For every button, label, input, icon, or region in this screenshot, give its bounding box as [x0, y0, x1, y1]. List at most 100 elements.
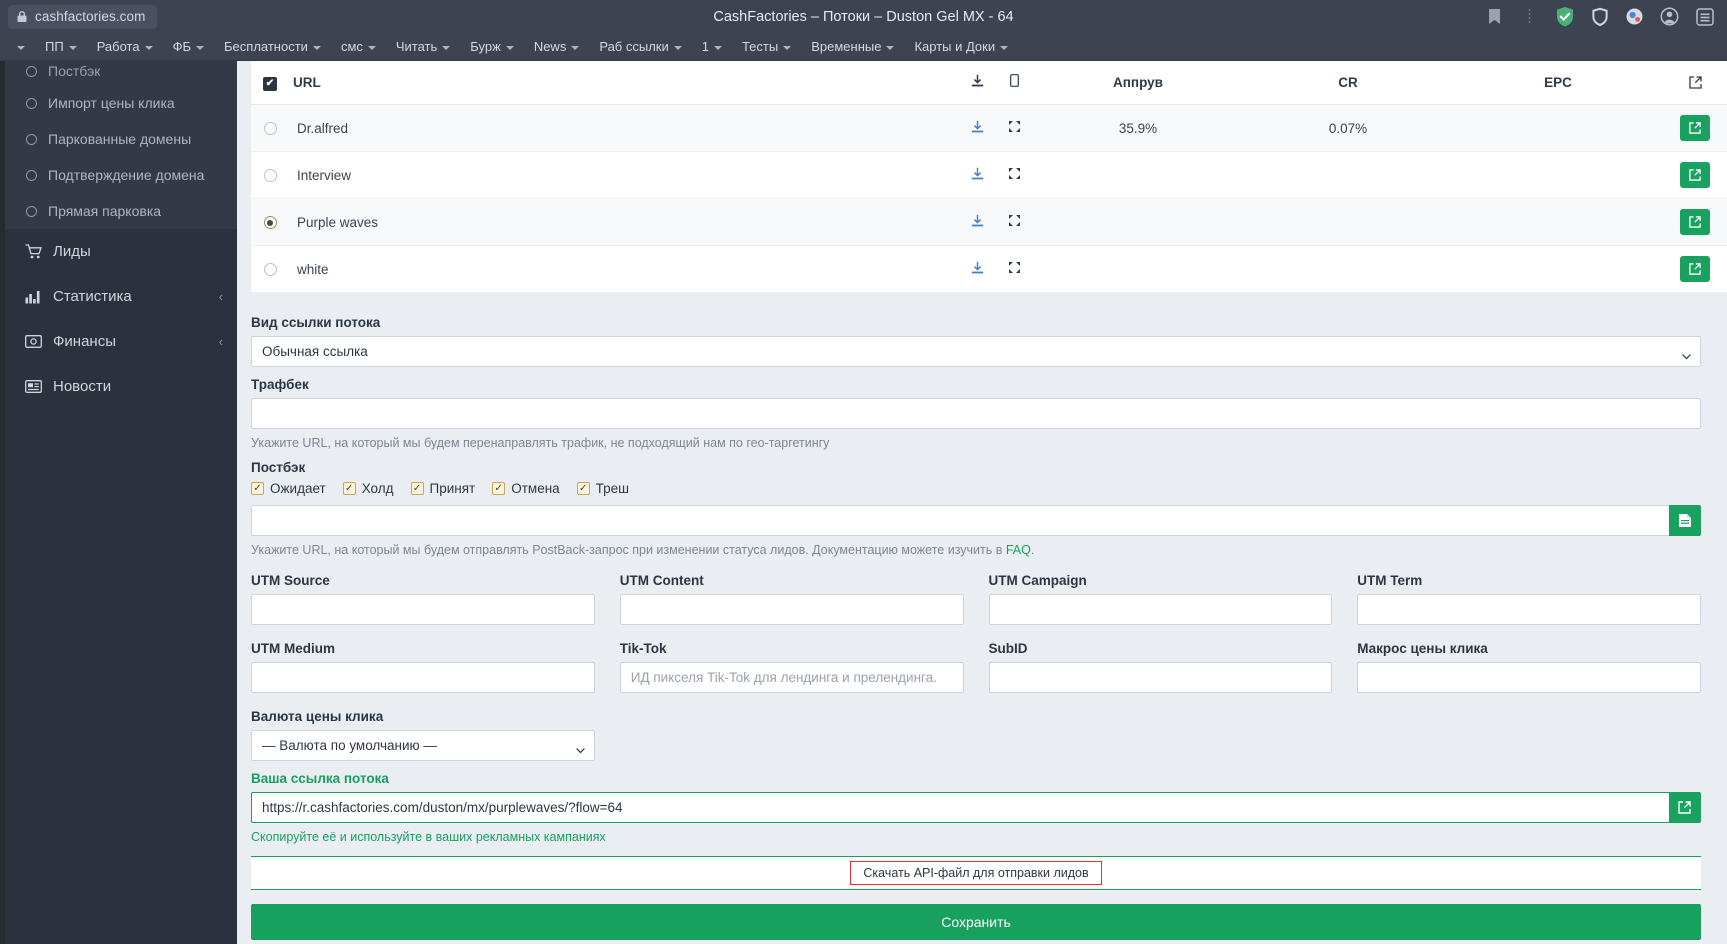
- row-download-cell[interactable]: [959, 246, 995, 293]
- postback-doc-button[interactable]: [1669, 505, 1701, 536]
- open-link-button[interactable]: [1680, 256, 1710, 282]
- bookmark-item-burzh[interactable]: Бурж: [460, 36, 524, 57]
- sidebar-item-direct-parking[interactable]: Прямая парковка: [0, 193, 237, 229]
- checkbox[interactable]: ✓: [492, 482, 505, 495]
- url-header[interactable]: URL: [289, 61, 959, 105]
- sidebar-scrollbar[interactable]: [0, 61, 5, 944]
- row-action-cell[interactable]: [1663, 105, 1727, 152]
- utm-medium-field: UTM Medium: [251, 631, 595, 693]
- postback-status-hold[interactable]: ✓ Холд: [343, 481, 394, 496]
- bookmark-item-pp[interactable]: ПП: [35, 36, 87, 57]
- postback-status-accepted[interactable]: ✓ Принят: [411, 481, 476, 496]
- tiktok-field: Tik-Tok: [620, 631, 964, 693]
- bookmark-item-sms[interactable]: смс: [331, 36, 386, 57]
- external-link-icon[interactable]: [1681, 71, 1709, 93]
- row-select-cell[interactable]: [251, 152, 289, 199]
- bookmark-item-vremennye[interactable]: Временные: [801, 36, 904, 57]
- row-action-cell[interactable]: [1663, 199, 1727, 246]
- utm-medium-input[interactable]: [251, 662, 595, 693]
- postback-status-cancel[interactable]: ✓ Отмена: [492, 481, 559, 496]
- sidebar-item-parked-domains[interactable]: Паркованные домены: [0, 121, 237, 157]
- sidebar-item-leads[interactable]: Лиды: [0, 229, 237, 274]
- trafback-input[interactable]: [251, 398, 1701, 429]
- epc-header[interactable]: EPC: [1453, 61, 1663, 105]
- checkbox[interactable]: ✓: [577, 482, 590, 495]
- account-circle-icon[interactable]: [1659, 6, 1680, 27]
- table-row[interactable]: Purple waves: [251, 199, 1727, 246]
- select-all-header[interactable]: ✔: [251, 61, 289, 105]
- utm-campaign-input[interactable]: [989, 594, 1333, 625]
- click-price-macro-input[interactable]: [1357, 662, 1701, 693]
- row-expand-cell[interactable]: [995, 105, 1033, 152]
- table-row[interactable]: white: [251, 246, 1727, 293]
- bookmark-item-news[interactable]: News: [524, 36, 590, 57]
- checkbox[interactable]: ✓: [251, 482, 264, 495]
- approve-header[interactable]: Аппрув: [1033, 61, 1243, 105]
- postback-url-input[interactable]: [251, 505, 1669, 536]
- bookmark-item-rab-ssylki[interactable]: Раб ссылки: [589, 36, 691, 57]
- utm-term-input[interactable]: [1357, 594, 1701, 625]
- table-row[interactable]: Interview: [251, 152, 1727, 199]
- bookmark-item-chitat[interactable]: Читать: [386, 36, 460, 57]
- bookmark-item-testy[interactable]: Тесты: [732, 36, 801, 57]
- bookmark-icon[interactable]: [1484, 6, 1505, 27]
- bookmark-item-besplatnosti[interactable]: Бесплатности: [214, 36, 331, 57]
- utm-source-input[interactable]: [251, 594, 595, 625]
- extension-icon[interactable]: [1624, 6, 1645, 27]
- row-expand-cell[interactable]: [995, 199, 1033, 246]
- open-link-button[interactable]: [1680, 209, 1710, 235]
- brave-shield-icon[interactable]: [1589, 6, 1610, 27]
- address-bar[interactable]: cashfactories.com: [8, 5, 157, 29]
- sidebar-item-import-click-price[interactable]: Импорт цены клика: [0, 85, 237, 121]
- row-download-cell[interactable]: [959, 199, 995, 246]
- sidebar-item-news[interactable]: Новости: [0, 364, 237, 409]
- bookmark-label: Бесплатности: [224, 39, 308, 54]
- bookmark-item-0[interactable]: [2, 41, 35, 53]
- sidebar-item-finance[interactable]: Финансы ‹: [0, 319, 237, 364]
- tiktok-input[interactable]: [620, 662, 964, 693]
- select-all-checkbox[interactable]: ✔: [263, 77, 277, 91]
- flows-table: ✔ URL Аппрув CR EPC: [251, 61, 1727, 293]
- sidebar-item-statistics[interactable]: Статистика ‹: [0, 274, 237, 319]
- row-radio[interactable]: [264, 169, 277, 182]
- row-radio[interactable]: [264, 216, 277, 229]
- link-type-select[interactable]: Обычная ссылка: [251, 336, 1701, 367]
- flow-link-input[interactable]: [251, 792, 1669, 823]
- utm-content-input[interactable]: [620, 594, 964, 625]
- row-select-cell[interactable]: [251, 199, 289, 246]
- subid-input[interactable]: [989, 662, 1333, 693]
- menu-icon[interactable]: [1694, 6, 1715, 27]
- checkbox[interactable]: ✓: [343, 482, 356, 495]
- bookmark-item-fb[interactable]: ФБ: [163, 36, 214, 57]
- row-radio[interactable]: [264, 122, 277, 135]
- checkbox[interactable]: ✓: [411, 482, 424, 495]
- row-download-cell[interactable]: [959, 152, 995, 199]
- open-link-button[interactable]: [1680, 162, 1710, 188]
- row-download-cell[interactable]: [959, 105, 995, 152]
- open-link-button[interactable]: [1680, 115, 1710, 141]
- shield-check-icon[interactable]: [1554, 6, 1575, 27]
- sidebar-item-postback[interactable]: Постбэк: [0, 61, 237, 85]
- cr-header[interactable]: CR: [1243, 61, 1453, 105]
- row-expand-cell[interactable]: [995, 246, 1033, 293]
- faq-link[interactable]: FAQ: [1006, 543, 1031, 557]
- row-expand-cell[interactable]: [995, 152, 1033, 199]
- row-action-cell[interactable]: [1663, 246, 1727, 293]
- currency-select[interactable]: — Валюта по умолчанию —: [251, 730, 595, 761]
- row-select-cell[interactable]: [251, 105, 289, 152]
- postback-status-trash[interactable]: ✓ Треш: [577, 481, 629, 496]
- save-button[interactable]: Сохранить: [251, 904, 1701, 940]
- download-api-file-button[interactable]: Скачать API-файл для отправки лидов: [850, 861, 1101, 885]
- checkbox-label: Треш: [596, 481, 629, 496]
- row-action-cell[interactable]: [1663, 152, 1727, 199]
- row-select-cell[interactable]: [251, 246, 289, 293]
- bookmark-item-rabota[interactable]: Работа: [87, 36, 163, 57]
- bookmark-item-1[interactable]: 1: [692, 36, 732, 57]
- postback-status-waiting[interactable]: ✓ Ожидает: [251, 481, 326, 496]
- flow-link-open-button[interactable]: [1669, 792, 1701, 823]
- table-row[interactable]: Dr.alfred 35.9% 0.07%: [251, 105, 1727, 152]
- chevron-down-icon: [145, 46, 153, 50]
- bookmark-item-karty-i-doki[interactable]: Карты и Доки: [904, 36, 1018, 57]
- row-radio[interactable]: [264, 263, 277, 276]
- sidebar-item-domain-confirmation[interactable]: Подтверждение домена: [0, 157, 237, 193]
